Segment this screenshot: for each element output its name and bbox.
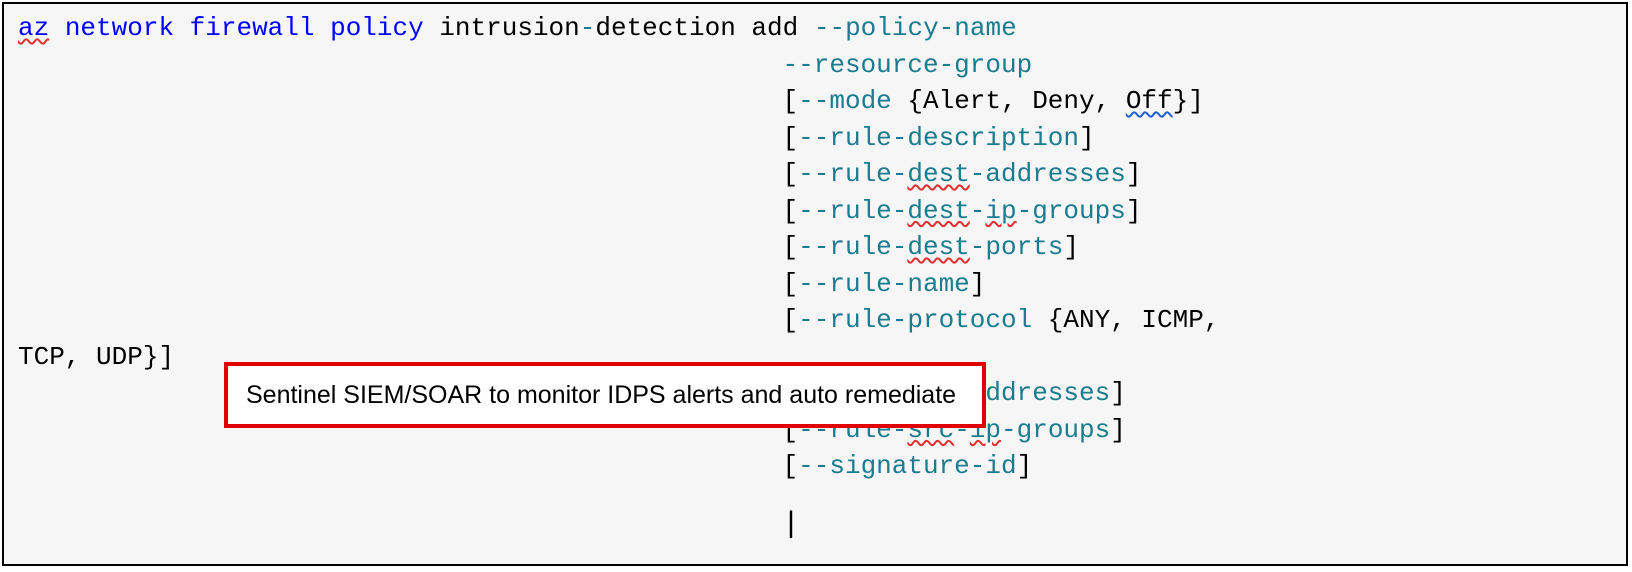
- protocol-values-1: {ANY, ICMP,: [1032, 305, 1219, 335]
- token-network: network: [65, 13, 174, 43]
- token-detection: detection: [595, 13, 735, 43]
- code-line-9: [--rule-protocol {ANY, ICMP,: [18, 302, 1612, 339]
- code-block: az network firewall policy intrusion-det…: [2, 2, 1628, 566]
- code-line-8: [--rule-name]: [18, 266, 1612, 303]
- token-dest: dest: [907, 196, 969, 226]
- token-policy: policy: [330, 13, 424, 43]
- text-cursor-icon: |: [782, 504, 800, 546]
- code-line-2: --resource-group: [18, 47, 1612, 84]
- token-dest: dest: [907, 159, 969, 189]
- arg-rule-dest-addresses: -addresses: [970, 159, 1126, 189]
- code-line-7: [--rule-dest-ports]: [18, 229, 1612, 266]
- arg-policy-name: policy-name: [845, 13, 1017, 43]
- token-add: add: [751, 13, 798, 43]
- token-az: az: [18, 13, 49, 43]
- mode-values: {Alert, Deny,: [892, 86, 1126, 116]
- arg-rule-src-ip-groups: -groups: [1001, 415, 1110, 445]
- token-dest: dest: [907, 232, 969, 262]
- token-intrusion: intrusion: [439, 13, 579, 43]
- arg-rule-name: rule-name: [829, 269, 969, 299]
- arg-rule-protocol: rule-protocol: [829, 305, 1032, 335]
- callout-text: Sentinel SIEM/SOAR to monitor IDPS alert…: [246, 378, 956, 413]
- code-line-1: az network firewall policy intrusion-det…: [18, 10, 1612, 47]
- callout-box: Sentinel SIEM/SOAR to monitor IDPS alert…: [224, 362, 986, 428]
- code-line-5: [--rule-dest-addresses]: [18, 156, 1612, 193]
- arg-rule-description: rule-description: [829, 123, 1079, 153]
- mode-off: Off: [1126, 86, 1173, 116]
- arg-signature-id: signature-id: [829, 451, 1016, 481]
- code-line-4: [--rule-description]: [18, 120, 1612, 157]
- protocol-values-2: TCP, UDP}: [18, 342, 158, 372]
- code-line-13: [--signature-id]: [18, 448, 1612, 485]
- token-ip: ip: [985, 196, 1016, 226]
- arg-rule-dest-ports: -ports: [970, 232, 1064, 262]
- token-firewall: firewall: [190, 13, 315, 43]
- code-line-6: [--rule-dest-ip-groups]: [18, 193, 1612, 230]
- code-line-3: [--mode {Alert, Deny, Off}]: [18, 83, 1612, 120]
- arg-mode: mode: [829, 86, 891, 116]
- arg-rule-dest-ip-groups: -groups: [1017, 196, 1126, 226]
- arg-resource-group: resource-group: [814, 50, 1032, 80]
